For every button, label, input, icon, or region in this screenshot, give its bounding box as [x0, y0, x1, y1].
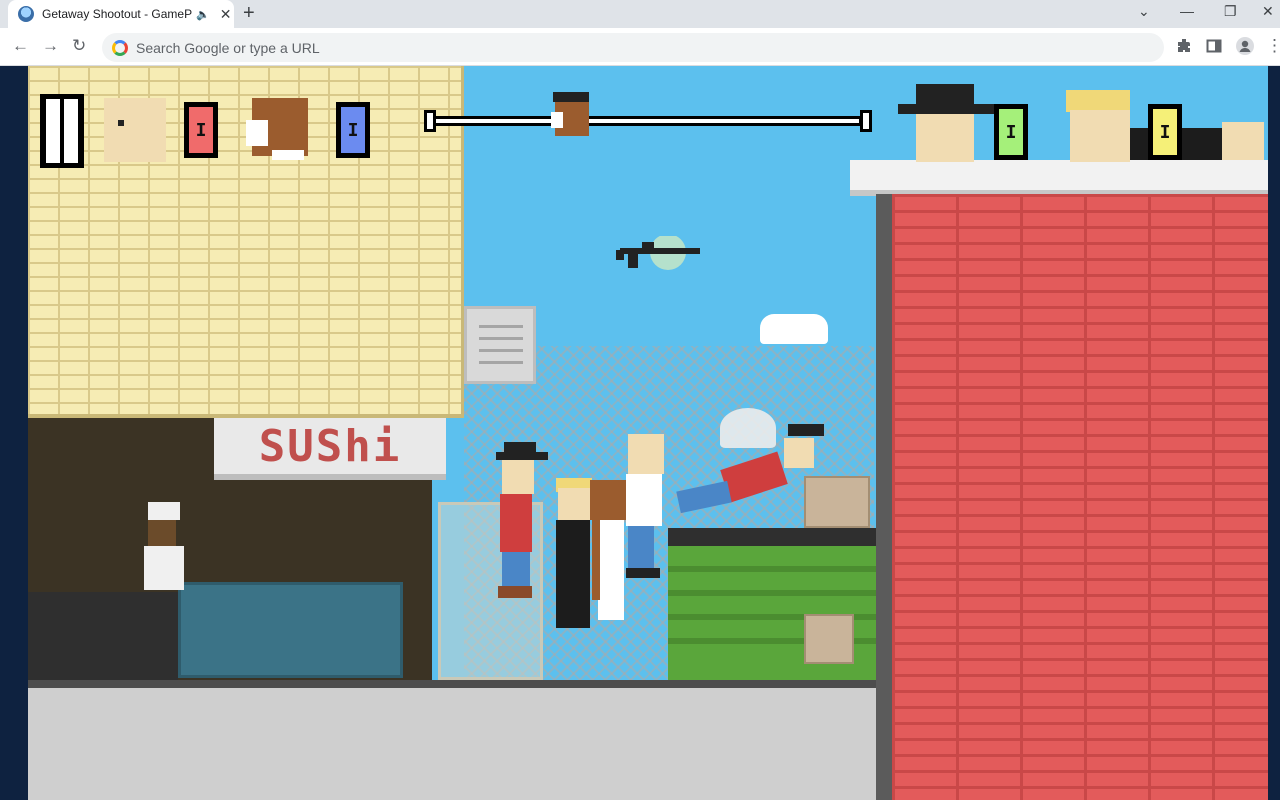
- browser-toolbar: ← → ↻ Search Google or type a URL ⋮: [0, 28, 1280, 66]
- cardboard-box: [804, 614, 854, 664]
- pause-bar: [46, 99, 60, 163]
- minimize-button[interactable]: —: [1180, 3, 1194, 19]
- shop-counter: [28, 592, 178, 680]
- chevron-down-icon[interactable]: ⌄: [1138, 3, 1150, 20]
- extensions-icon[interactable]: [1176, 38, 1192, 54]
- forward-arrow-icon[interactable]: →: [42, 36, 59, 56]
- player-2-dog-head-icon: [246, 98, 308, 162]
- air-vent: [464, 306, 536, 384]
- player-2-ammo-badge: I: [336, 102, 370, 158]
- progress-line: [432, 116, 862, 126]
- cowboy-plaid-character: [494, 442, 548, 612]
- player-3-ammo-inner: I: [999, 109, 1023, 155]
- player-2-ammo-inner: I: [341, 107, 365, 153]
- speaker-icon[interactable]: 🔈: [196, 8, 210, 21]
- player-3-ammo-badge: I: [994, 104, 1028, 160]
- floating-rifle-icon[interactable]: [616, 236, 704, 276]
- bald-white-shirt-character: [626, 434, 666, 584]
- menu-kebab-icon[interactable]: ⋮: [1266, 36, 1280, 56]
- race-progress-track: [424, 92, 872, 136]
- sushi-sign-text: SUShi: [258, 420, 402, 472]
- pause-button[interactable]: [40, 94, 84, 168]
- rooftop-blonde-character: [1066, 90, 1132, 162]
- player-2-ammo-count: I: [347, 119, 359, 141]
- pause-bar: [64, 99, 78, 163]
- sushi-sign: SUShi: [214, 418, 446, 480]
- progress-start-cap: [424, 110, 436, 132]
- player-1-ammo-inner: I: [189, 107, 213, 153]
- tab-strip: Getaway Shootout - GamePl 🔈 ✕ + ⌄ — ❐ ✕: [0, 0, 1280, 28]
- player-4-ammo-inner: I: [1153, 109, 1177, 155]
- rooftop-cowboy-character: [898, 84, 994, 162]
- dog-character: [590, 480, 630, 630]
- rooftop-ledge: [850, 160, 1268, 196]
- progress-dog-marker-icon: [549, 92, 593, 144]
- profile-avatar-icon[interactable]: [1236, 37, 1254, 55]
- game-canvas[interactable]: SUShi I I I I: [28, 66, 1268, 800]
- new-tab-button[interactable]: +: [243, 3, 255, 23]
- site-favicon-icon: [18, 6, 34, 22]
- red-brick-building: [876, 194, 1268, 800]
- close-window-button[interactable]: ✕: [1262, 3, 1274, 20]
- sushi-chef: [142, 502, 186, 590]
- player-1-head-icon: [104, 98, 166, 162]
- player-4-ammo-badge: I: [1148, 104, 1182, 160]
- tab-getaway-shootout[interactable]: Getaway Shootout - GamePl 🔈 ✕: [8, 0, 234, 28]
- tab-close-button[interactable]: ✕: [220, 6, 232, 23]
- player-4-ammo-count: I: [1159, 121, 1171, 143]
- street-curb: [28, 680, 876, 688]
- google-icon: [112, 39, 128, 56]
- sidewalk: [28, 688, 876, 800]
- address-placeholder: Search Google or type a URL: [136, 39, 320, 56]
- display-case: [178, 582, 403, 678]
- side-panel-icon[interactable]: [1206, 38, 1222, 54]
- back-arrow-icon[interactable]: ←: [12, 36, 29, 56]
- tab-title: Getaway Shootout - GamePl: [42, 7, 192, 21]
- player-3-ammo-count: I: [1005, 121, 1017, 143]
- address-bar[interactable]: Search Google or type a URL: [102, 33, 1164, 62]
- player-1-ammo-count: I: [195, 119, 207, 141]
- flying-cowboy-character: [672, 408, 832, 528]
- player-1-ammo-badge: I: [184, 102, 218, 158]
- cloud: [760, 314, 828, 344]
- progress-end-cap: [860, 110, 872, 132]
- restore-button[interactable]: ❐: [1224, 3, 1237, 20]
- reload-icon[interactable]: ↻: [72, 36, 86, 56]
